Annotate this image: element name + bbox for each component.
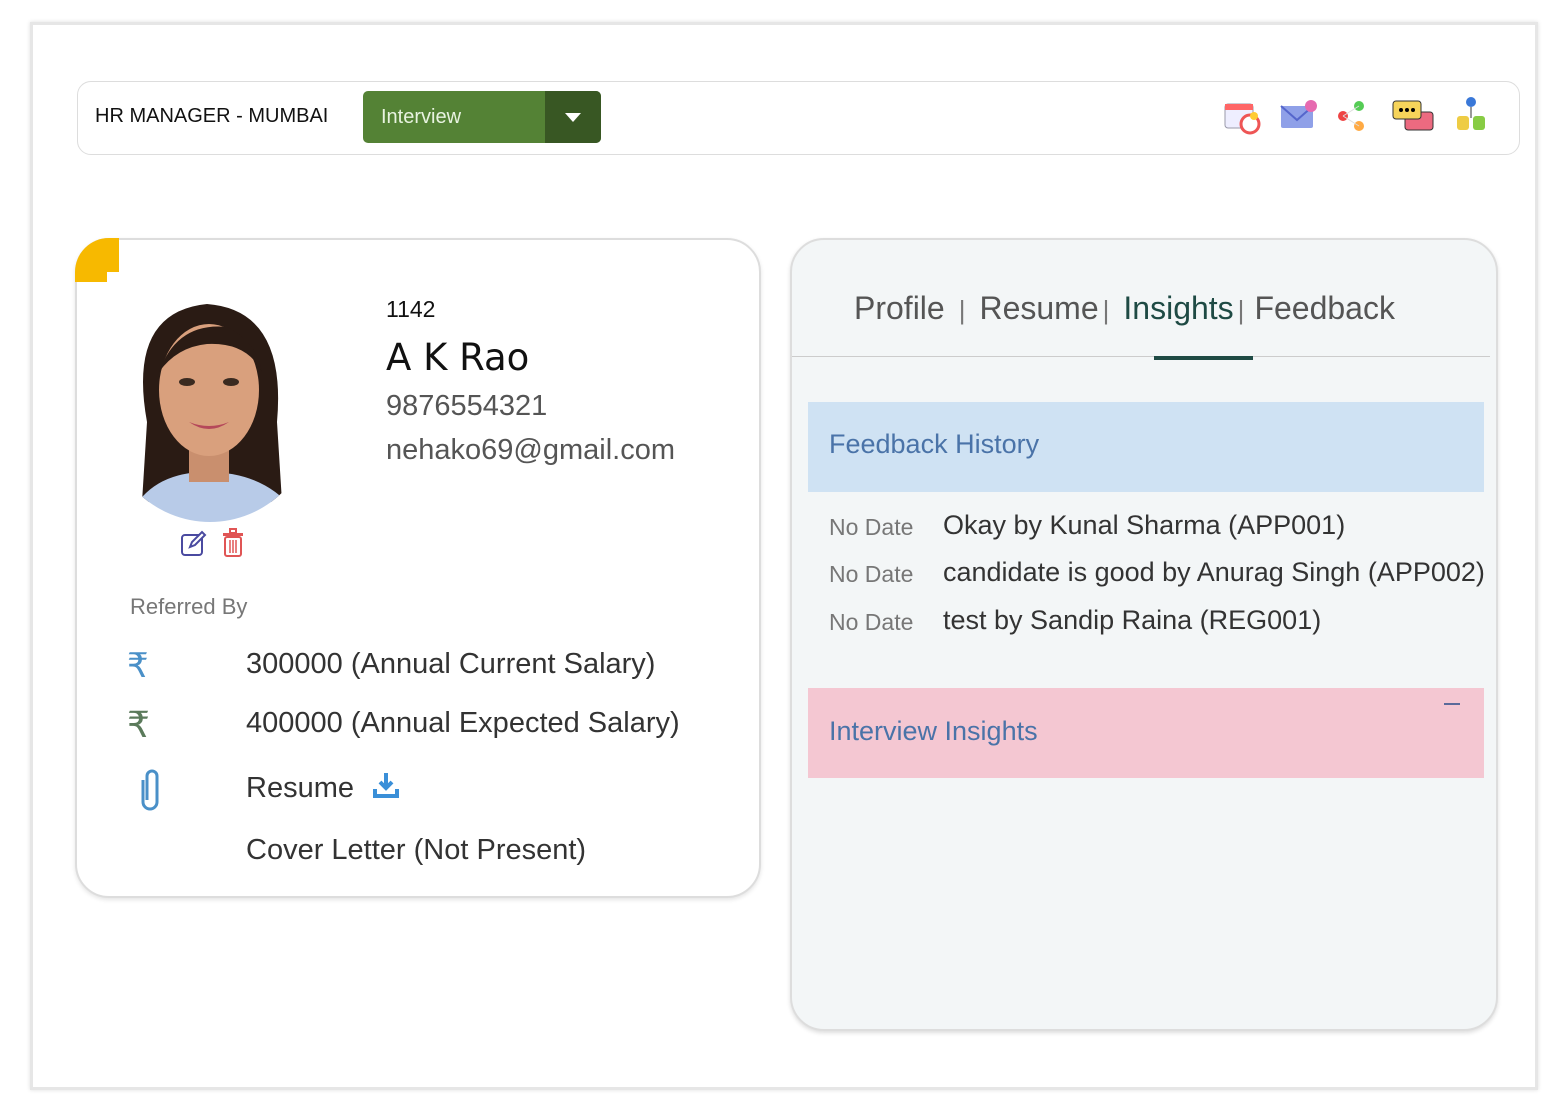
tab-insights[interactable]: Insights — [1123, 290, 1233, 327]
candidate-phone: 9876554321 — [386, 390, 548, 422]
active-tab-indicator — [1154, 356, 1253, 360]
stage-select[interactable]: Interview — [363, 91, 601, 143]
chevron-down-icon — [565, 112, 581, 122]
current-salary: 300000 (Annual Current Salary) — [246, 648, 656, 680]
download-icon[interactable] — [372, 771, 400, 807]
referred-by-label: Referred By — [130, 594, 248, 619]
expected-salary: 400000 (Annual Expected Salary) — [246, 707, 680, 739]
expected-rupee-icon: ₹ — [127, 704, 150, 745]
details-panel: Profile | Resume | Insights | Feedback F… — [790, 238, 1498, 1031]
tab-separator: | — [1237, 295, 1245, 325]
job-header: HR MANAGER - MUMBAI Interview — [77, 81, 1520, 155]
trash-icon[interactable] — [221, 528, 247, 563]
rupee-icon: ₹ — [127, 647, 149, 685]
tab-divider — [792, 356, 1490, 357]
feedback-text: test by Sandip Raina (REG001) — [943, 605, 1322, 635]
feedback-date: No Date — [829, 609, 914, 635]
users-icon[interactable] — [1453, 96, 1491, 136]
stage-value: Interview — [381, 105, 462, 128]
edit-icon[interactable] — [180, 529, 208, 562]
feedback-text: candidate is good by Anurag Singh (APP00… — [943, 557, 1485, 587]
cover-letter: Cover Letter (Not Present) — [246, 834, 587, 866]
share-icon[interactable] — [1335, 96, 1373, 136]
resume-link[interactable]: Resume — [246, 771, 400, 807]
calendar-schedule-icon[interactable] — [1223, 96, 1261, 136]
tab-separator: | — [958, 295, 966, 325]
email-icon[interactable] — [1279, 96, 1317, 136]
candidate-card: 1142 A K Rao 9876554321 nehako69@gmail.c… — [75, 238, 761, 898]
tab-bar: Profile | Resume | Insights | Feedback — [854, 290, 1395, 327]
interview-insights-title: Interview Insights — [829, 716, 1038, 746]
tab-separator: | — [1102, 295, 1110, 325]
candidate-email: nehako69@gmail.com — [386, 434, 675, 466]
paperclip-icon — [135, 768, 165, 819]
resume-label: Resume — [246, 772, 354, 804]
candidate-name: A K Rao — [386, 336, 530, 379]
candidate-id: 1142 — [386, 296, 436, 322]
feedback-history-header: Feedback History — [808, 402, 1484, 492]
feedback-text: Okay by Kunal Sharma (APP001) — [943, 510, 1346, 540]
feedback-date: No Date — [829, 514, 914, 540]
stage-dropdown-button[interactable] — [545, 91, 601, 143]
tab-resume[interactable]: Resume — [979, 290, 1098, 327]
feedback-date: No Date — [829, 561, 914, 587]
tab-profile[interactable]: Profile — [854, 290, 945, 327]
tab-feedback[interactable]: Feedback — [1254, 290, 1395, 327]
chat-icon[interactable] — [1391, 96, 1435, 136]
collapse-icon[interactable] — [1444, 703, 1460, 705]
job-title: HR MANAGER - MUMBAI — [95, 105, 329, 127]
candidate-photo — [107, 272, 313, 522]
interview-insights-header[interactable]: Interview Insights — [808, 688, 1484, 778]
